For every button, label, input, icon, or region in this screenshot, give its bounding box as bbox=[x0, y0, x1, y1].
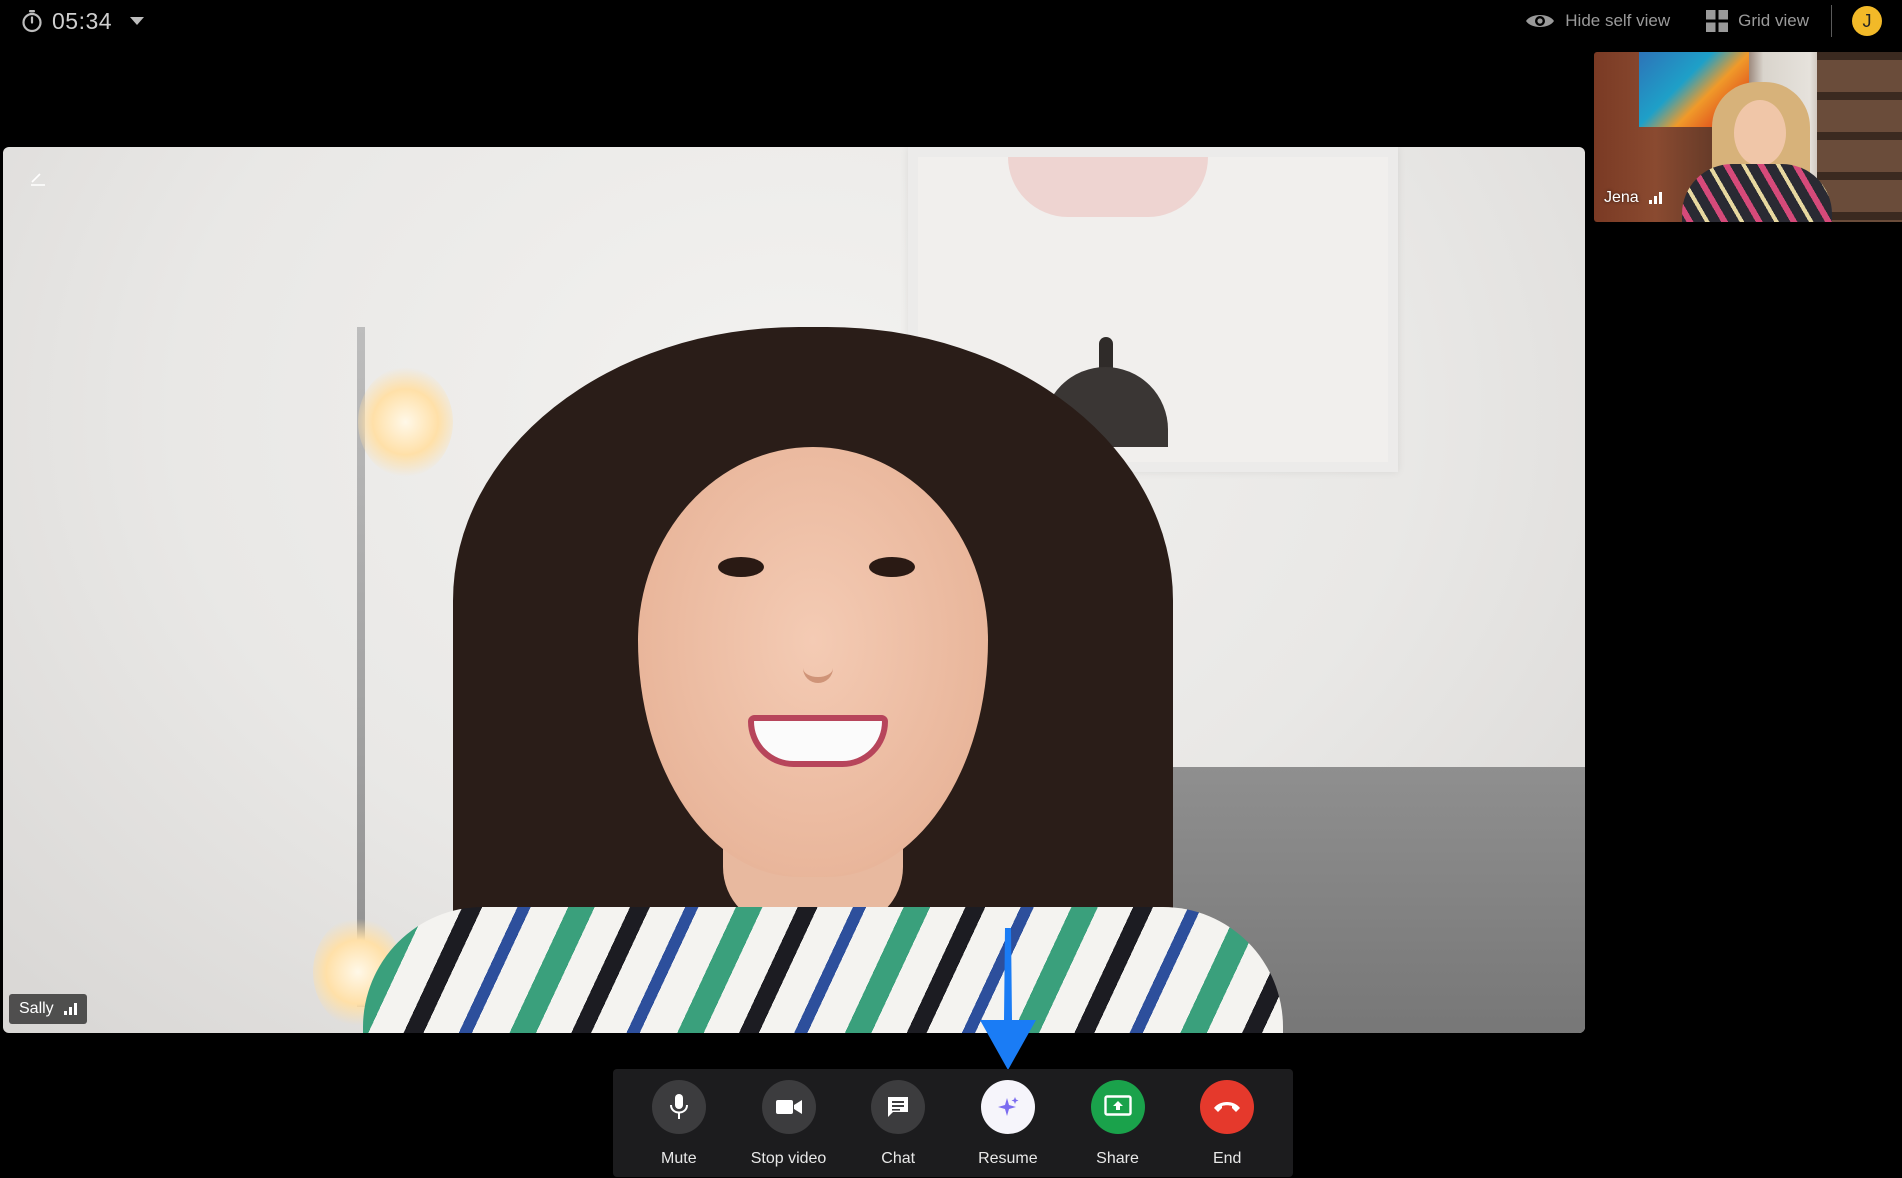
phone-hangup-icon bbox=[1214, 1102, 1241, 1112]
chat-bubble-icon bbox=[888, 1097, 909, 1117]
chat-button[interactable]: Chat bbox=[843, 1069, 953, 1177]
share-label: Share bbox=[1096, 1150, 1139, 1167]
share-screen-icon bbox=[1103, 1095, 1132, 1116]
signal-bars-icon bbox=[1648, 192, 1662, 204]
signal-bars-icon bbox=[63, 1003, 77, 1015]
participant-eye-right bbox=[869, 557, 915, 577]
grid-icon bbox=[1706, 10, 1729, 32]
participant-nose bbox=[803, 617, 833, 683]
mute-button-circle[interactable] bbox=[651, 1080, 706, 1134]
resume-button[interactable]: Resume bbox=[953, 1069, 1063, 1177]
avatar[interactable]: J bbox=[1852, 6, 1882, 36]
toolbar-divider bbox=[1831, 5, 1832, 37]
call-control-bar: Mute Stop video Chat Resume Share End bbox=[613, 1069, 1293, 1177]
stop-video-label: Stop video bbox=[750, 1150, 827, 1167]
chat-label: Chat bbox=[881, 1150, 916, 1167]
chevron-down-icon[interactable] bbox=[130, 17, 145, 25]
stopwatch-icon bbox=[22, 10, 42, 33]
eye-icon bbox=[1526, 15, 1555, 27]
share-button[interactable]: Share bbox=[1063, 1069, 1173, 1177]
stop-video-button-circle[interactable] bbox=[761, 1080, 816, 1134]
share-button-circle[interactable] bbox=[1090, 1080, 1145, 1134]
main-video-tile[interactable]: Sally bbox=[3, 147, 1585, 1033]
video-camera-icon bbox=[775, 1100, 802, 1114]
microphone-icon bbox=[669, 1094, 688, 1119]
pointer-arrow-icon bbox=[980, 928, 1036, 1070]
grid-view-button[interactable]: Grid view bbox=[1706, 10, 1809, 32]
participant-name-tag: Sally bbox=[9, 994, 87, 1024]
avatar-initial: J bbox=[1862, 10, 1872, 31]
chat-button-circle[interactable] bbox=[871, 1080, 926, 1134]
lamp-bulb bbox=[358, 367, 453, 477]
end-label: End bbox=[1212, 1150, 1242, 1167]
end-call-button-circle[interactable] bbox=[1200, 1080, 1255, 1134]
hide-self-view-button[interactable]: Hide self view bbox=[1525, 11, 1670, 31]
mute-button[interactable]: Mute bbox=[624, 1069, 734, 1177]
participant-shirt bbox=[363, 907, 1283, 1033]
self-view-name: Jena bbox=[1604, 189, 1639, 206]
participant-name: Sally bbox=[19, 1000, 54, 1017]
participant-eye-left bbox=[718, 557, 764, 577]
self-view-body bbox=[1682, 164, 1832, 222]
timer-text: 05:34 bbox=[52, 7, 113, 34]
grid-view-label: Grid view bbox=[1738, 11, 1809, 30]
participant-smile bbox=[748, 715, 888, 767]
stop-video-button[interactable]: Stop video bbox=[734, 1069, 844, 1177]
top-right-toolbar: Hide self view Grid view J bbox=[1525, 5, 1882, 37]
hide-self-view-label: Hide self view bbox=[1565, 11, 1671, 30]
self-view-tile[interactable]: Jena bbox=[1594, 52, 1902, 222]
sparkle-icon bbox=[997, 1097, 1019, 1116]
end-call-button[interactable]: End bbox=[1172, 1069, 1282, 1177]
self-view-face bbox=[1734, 100, 1786, 166]
self-view-name-tag: Jena bbox=[1604, 189, 1662, 207]
self-view-bookshelf bbox=[1817, 52, 1902, 222]
expand-icon[interactable] bbox=[29, 169, 47, 187]
resume-label: Resume bbox=[978, 1150, 1038, 1167]
mute-label: Mute bbox=[661, 1150, 697, 1167]
call-timer[interactable]: 05:34 bbox=[20, 7, 145, 34]
resume-button-circle[interactable] bbox=[980, 1080, 1035, 1134]
